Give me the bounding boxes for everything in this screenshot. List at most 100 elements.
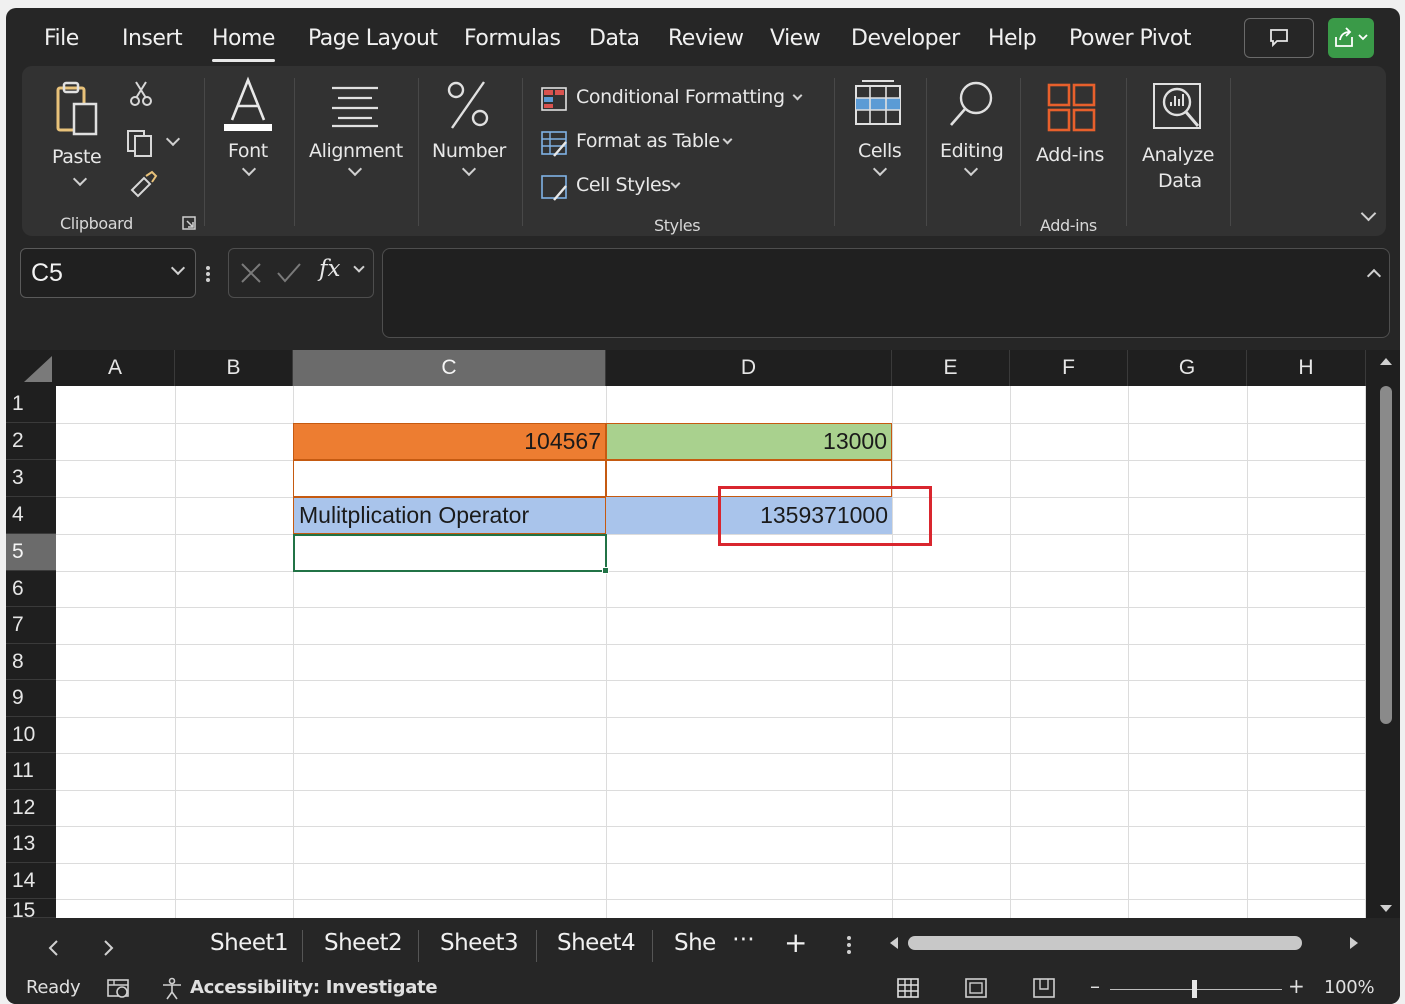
zoom-in-icon[interactable]: + (1288, 974, 1305, 998)
zoom-slider-thumb[interactable] (1192, 980, 1197, 998)
comments-button[interactable] (1244, 18, 1314, 58)
accessibility-icon[interactable] (160, 977, 186, 1001)
vertical-scroll-thumb[interactable] (1380, 386, 1392, 724)
page-break-preview-icon[interactable] (1032, 977, 1056, 999)
scroll-left-icon[interactable] (888, 936, 900, 950)
cell-c2[interactable]: 104567 (293, 423, 606, 460)
row-header-10[interactable]: 10 (6, 717, 56, 753)
format-as-table-button[interactable]: Format as Table (540, 128, 740, 160)
horizontal-scroll-thumb[interactable] (908, 936, 1302, 950)
row-header-15[interactable]: 15 (6, 899, 56, 918)
fx-dropdown-icon[interactable] (353, 261, 365, 273)
previous-sheet-icon[interactable] (46, 938, 60, 958)
scroll-down-icon[interactable] (1379, 904, 1393, 914)
sheet-tab-sheet4[interactable]: Sheet4 (557, 930, 636, 956)
tab-review[interactable]: Review (668, 26, 744, 51)
cell-c3[interactable] (293, 460, 606, 497)
formula-bar-grip-icon[interactable] (204, 264, 212, 284)
add-sheet-icon[interactable]: + (784, 926, 807, 959)
accessibility-status[interactable]: Accessibility: Investigate (190, 977, 438, 998)
sheet-tab-sheet1[interactable]: Sheet1 (210, 930, 289, 956)
paste-button[interactable] (46, 78, 106, 140)
tab-formulas[interactable]: Formulas (464, 26, 561, 51)
row-header-8[interactable]: 8 (6, 644, 56, 680)
sheet-tab-she[interactable]: She (674, 930, 716, 956)
alignment-dropdown-icon[interactable] (347, 161, 363, 177)
sheet-tab-sheet2[interactable]: Sheet2 (324, 930, 403, 956)
copy-icon[interactable] (124, 128, 156, 158)
row-header-11[interactable]: 11 (6, 753, 56, 790)
tab-file[interactable]: File (44, 26, 79, 51)
row-header-3[interactable]: 3 (6, 460, 56, 497)
number-dropdown-icon[interactable] (461, 161, 477, 177)
more-sheets-icon[interactable]: ⋯ (732, 926, 755, 952)
format-painter-icon[interactable] (126, 170, 158, 200)
cell-styles-button[interactable]: Cell Styles (540, 172, 690, 204)
scroll-right-icon[interactable] (1348, 936, 1360, 950)
tab-home[interactable]: Home (212, 26, 275, 62)
cells-icon[interactable] (852, 78, 904, 130)
tab-view[interactable]: View (770, 26, 821, 51)
editing-dropdown-icon[interactable] (963, 161, 979, 177)
tab-help[interactable]: Help (988, 26, 1037, 51)
row-header-12[interactable]: 12 (6, 790, 56, 826)
column-header-c[interactable]: C (293, 350, 606, 386)
name-box[interactable]: C5 (20, 248, 196, 298)
row-header-5[interactable]: 5 (6, 534, 56, 571)
row-header-14[interactable]: 14 (6, 863, 56, 899)
column-header-b[interactable]: B (175, 350, 293, 386)
column-header-g[interactable]: G (1128, 350, 1247, 386)
row-header-13[interactable]: 13 (6, 826, 56, 863)
row-header-2[interactable]: 2 (6, 423, 56, 460)
cells-dropdown-icon[interactable] (872, 161, 888, 177)
column-header-h[interactable]: H (1247, 350, 1366, 386)
tab-data[interactable]: Data (589, 26, 640, 51)
next-sheet-icon[interactable] (102, 938, 116, 958)
row-header-4[interactable]: 4 (6, 497, 56, 534)
sheet-tab-sheet3[interactable]: Sheet3 (440, 930, 519, 956)
paste-dropdown-icon[interactable] (72, 171, 88, 187)
zoom-out-icon[interactable]: – (1090, 974, 1100, 998)
column-header-a[interactable]: A (56, 350, 175, 386)
tab-insert[interactable]: Insert (122, 26, 183, 51)
cell-area[interactable]: 104567 13000 Mulitplication Operator 135… (56, 386, 1366, 918)
column-header-d[interactable]: D (606, 350, 892, 386)
row-header-9[interactable]: 9 (6, 680, 56, 717)
tabs-splitter-icon[interactable] (846, 934, 852, 956)
collapse-formula-bar-icon[interactable] (1366, 268, 1382, 284)
scroll-up-icon[interactable] (1379, 356, 1393, 366)
cell-c4[interactable]: Mulitplication Operator (293, 497, 606, 534)
font-dropdown-icon[interactable] (241, 161, 257, 177)
tab-page-layout[interactable]: Page Layout (308, 26, 438, 51)
row-header-7[interactable]: 7 (6, 607, 56, 644)
enter-check-icon[interactable] (275, 261, 303, 285)
tab-power-pivot[interactable]: Power Pivot (1069, 26, 1192, 51)
selected-cell-c5[interactable] (293, 534, 607, 572)
collapse-ribbon-chevron-icon[interactable] (1360, 205, 1377, 222)
column-header-e[interactable]: E (892, 350, 1010, 386)
alignment-icon[interactable] (328, 84, 382, 128)
fill-handle[interactable] (602, 567, 609, 574)
macro-recording-icon[interactable] (106, 978, 132, 1000)
add-ins-icon[interactable] (1046, 82, 1098, 134)
row-header-6[interactable]: 6 (6, 571, 56, 607)
name-box-dropdown-icon[interactable] (170, 260, 186, 276)
row-header-1[interactable]: 1 (6, 386, 56, 423)
copy-dropdown-icon[interactable] (165, 131, 181, 147)
page-layout-view-icon[interactable] (964, 977, 988, 999)
insert-function-icon[interactable]: fx (319, 256, 340, 282)
normal-view-icon[interactable] (896, 977, 920, 999)
formula-bar[interactable] (382, 248, 1390, 338)
search-icon[interactable] (946, 78, 1000, 132)
vertical-scrollbar[interactable] (1372, 350, 1400, 918)
select-all-button[interactable] (6, 350, 56, 386)
dialog-launcher-icon[interactable] (182, 216, 196, 230)
share-button[interactable] (1328, 18, 1374, 58)
cancel-icon[interactable] (239, 261, 263, 285)
font-icon[interactable] (218, 76, 278, 134)
percent-icon[interactable] (444, 78, 494, 132)
cell-d2[interactable]: 13000 (606, 423, 892, 460)
conditional-formatting-button[interactable]: Conditional Formatting (540, 84, 810, 116)
column-header-f[interactable]: F (1010, 350, 1128, 386)
tab-developer[interactable]: Developer (851, 26, 960, 51)
